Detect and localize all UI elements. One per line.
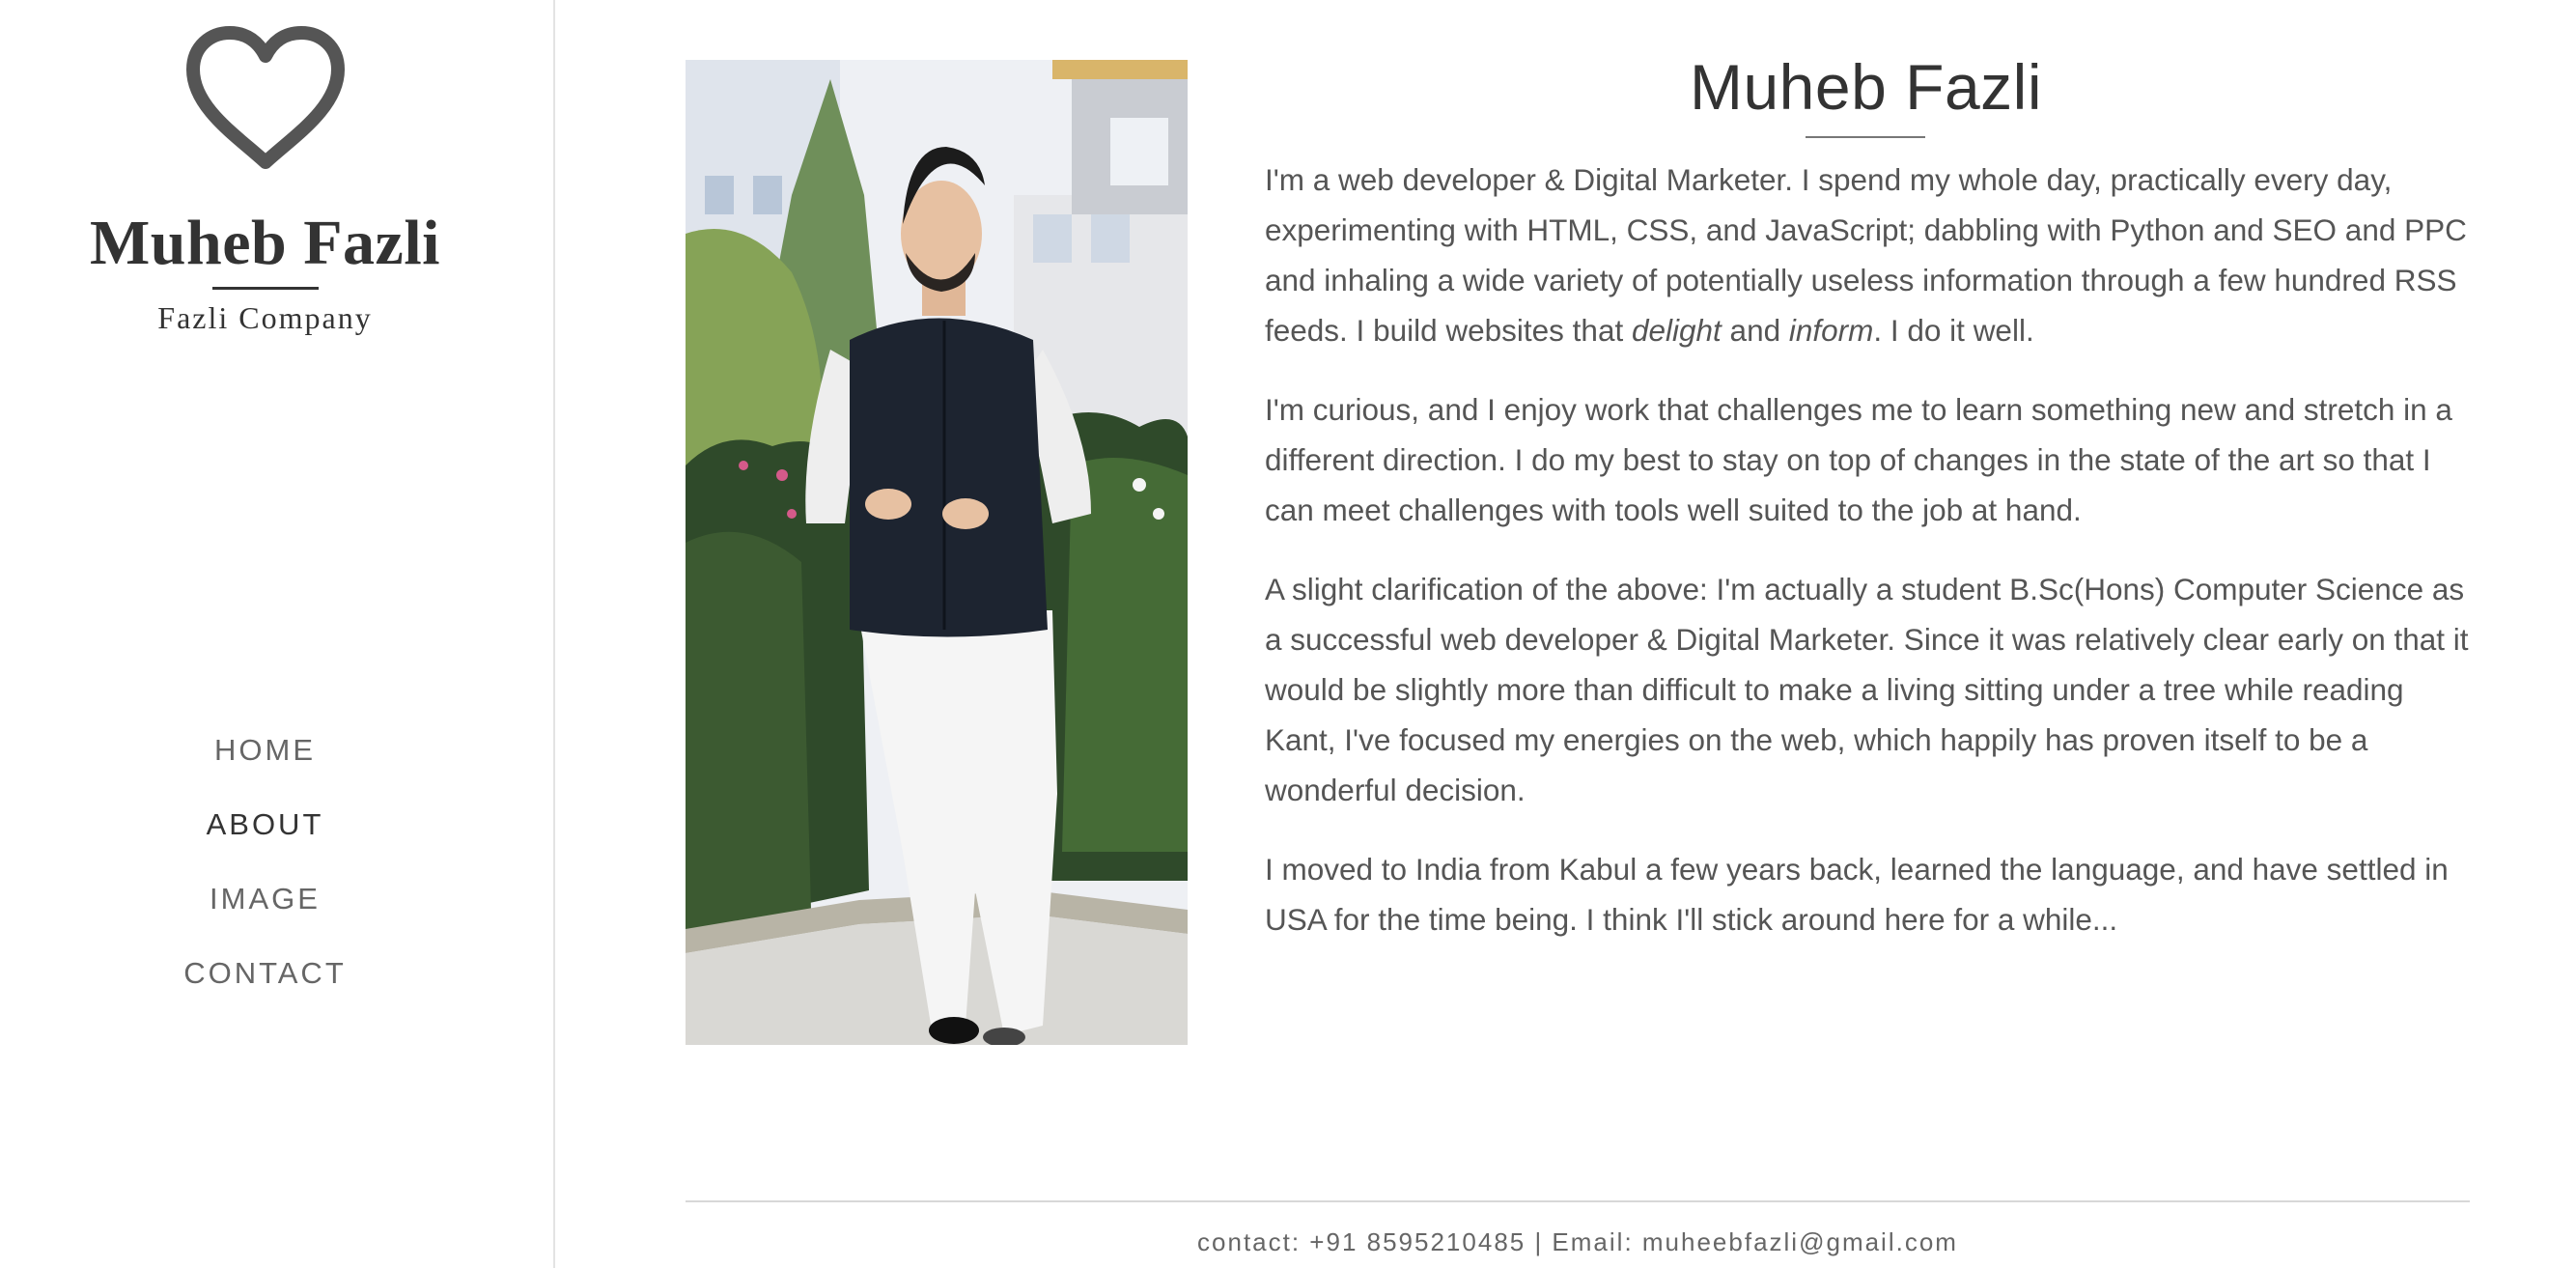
nav-item-contact: CONTACT: [0, 949, 530, 1024]
nav-link-image[interactable]: IMAGE: [210, 875, 321, 923]
page-title: Muheb Fazli: [1690, 51, 2042, 123]
brand-subtitle: Fazli Company: [157, 300, 373, 335]
page: Muheb Fazli Fazli Company HOME ABOUT IMA…: [0, 0, 2576, 1268]
about-paragraph-3: A slight clarification of the above: I'm…: [1265, 572, 2469, 807]
sidebar: Muheb Fazli Fazli Company HOME ABOUT IMA…: [0, 0, 555, 1268]
p1-text-c: . I do it well.: [1873, 313, 2034, 348]
nav-link-about[interactable]: ABOUT: [207, 801, 324, 849]
brand-divider: [212, 287, 319, 290]
brand-name[interactable]: Muheb Fazli: [0, 205, 530, 282]
portrait-illustration: [686, 60, 1188, 1045]
nav-item-about: ABOUT: [0, 801, 530, 875]
title-divider: [1806, 136, 1925, 138]
footer-divider: [686, 1200, 2470, 1202]
p1-emphasis-delight: delight: [1631, 313, 1722, 348]
nav-link-contact[interactable]: CONTACT: [183, 949, 347, 998]
nav-link-home[interactable]: HOME: [214, 726, 316, 775]
about-paragraph-2: I'm curious, and I enjoy work that chall…: [1265, 392, 2452, 527]
p1-text-b: and: [1721, 313, 1789, 348]
about-content: I'm a web developer & Digital Marketer. …: [1265, 155, 2477, 973]
main-nav: HOME ABOUT IMAGE CONTACT: [0, 726, 530, 1024]
nav-item-home: HOME: [0, 726, 530, 801]
about-paragraph-1: I'm a web developer & Digital Marketer. …: [1265, 155, 2477, 355]
nav-item-image: IMAGE: [0, 875, 530, 949]
p1-emphasis-inform: inform: [1788, 313, 1874, 348]
footer-contact: contact: +91 8595210485 | Email: muheebf…: [1197, 1227, 1958, 1256]
portrait-photo: [686, 60, 1188, 1045]
heart-outline-icon[interactable]: [185, 25, 346, 172]
about-paragraph-4: I moved to India from Kabul a few years …: [1265, 852, 2449, 937]
